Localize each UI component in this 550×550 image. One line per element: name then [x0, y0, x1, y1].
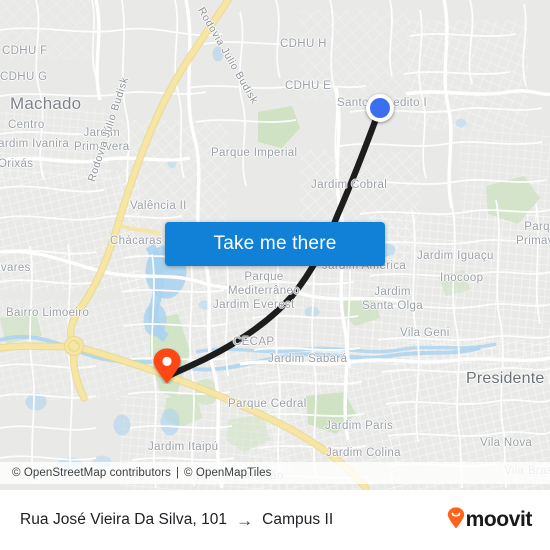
take-me-there-button[interactable]: Take me there — [165, 222, 385, 266]
moovit-logo: moovit — [447, 506, 533, 534]
origin-address: Rua José Vieira Da Silva, 101 — [20, 511, 228, 528]
attribution-openstreetmap[interactable]: © OpenStreetMap contributors — [12, 467, 171, 479]
map-canvas[interactable]: CDHU FCDHU GMachadoCentroJardim IvaniraO… — [0, 0, 550, 490]
trip-summary: Rua José Vieira Da Silva, 101 → Campus I… — [20, 511, 447, 529]
moovit-wordmark: moovit — [465, 508, 533, 531]
moovit-pin-icon — [447, 506, 465, 534]
arrow-right-icon: → — [236, 510, 254, 530]
attribution-openmaptiles[interactable]: © OpenMapTiles — [184, 467, 271, 479]
attribution-separator: | — [175, 467, 180, 479]
trip-footer: Rua José Vieira Da Silva, 101 → Campus I… — [0, 490, 550, 550]
destination-name: Campus II — [262, 511, 334, 528]
origin-marker[interactable] — [366, 94, 394, 122]
moovit-route-screenshot: CDHU FCDHU GMachadoCentroJardim IvaniraO… — [0, 0, 550, 550]
destination-marker[interactable] — [152, 348, 182, 384]
map-attribution: © OpenStreetMap contributors | © OpenMap… — [0, 462, 550, 484]
